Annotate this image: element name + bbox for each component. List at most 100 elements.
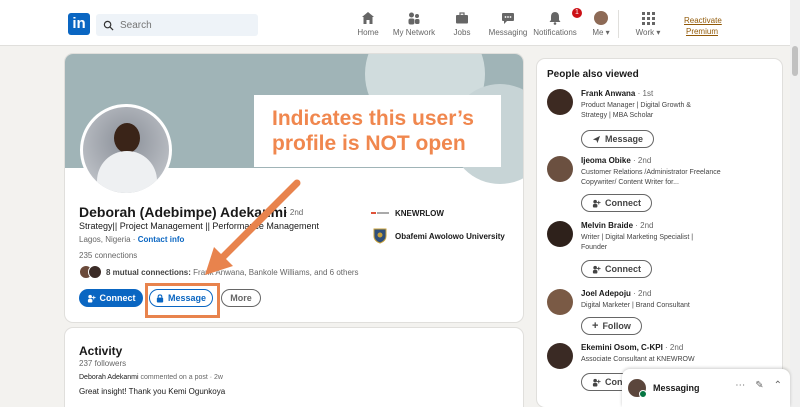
person-message-button[interactable]: Message: [581, 130, 655, 148]
add-person-icon: [592, 199, 601, 208]
activity-author[interactable]: Deborah Adekanmi: [79, 374, 139, 381]
followers-count: 237 followers: [79, 359, 127, 368]
home-icon: [361, 10, 375, 26]
connect-button-label: Connect: [99, 293, 136, 303]
caret-down-icon: ▾: [605, 28, 610, 37]
profile-photo[interactable]: [80, 104, 172, 196]
person-connect-button[interactable]: Connect: [581, 260, 652, 278]
reactivate-premium-link[interactable]: Reactivate Premium: [684, 15, 722, 37]
nav-my-network[interactable]: My Network: [392, 10, 436, 40]
person-name[interactable]: Joel Adepoju: [581, 289, 631, 298]
send-icon: [592, 135, 601, 143]
avatar[interactable]: [547, 156, 573, 182]
person-headline: Customer Relations /Administrator Freela…: [581, 169, 721, 186]
plus-icon: +: [592, 320, 599, 332]
briefcase-icon: [455, 10, 469, 26]
message-button-highlight: [145, 283, 220, 318]
avatar[interactable]: [547, 289, 573, 315]
person-degree: · 1st: [637, 89, 654, 98]
search-box[interactable]: [96, 14, 258, 36]
person-button-label: Message: [605, 134, 644, 144]
linkedin-logo[interactable]: in: [68, 13, 90, 35]
person-degree: · 2nd: [665, 343, 684, 352]
nav-home[interactable]: Home: [357, 10, 379, 40]
activity-title: Activity: [79, 344, 123, 358]
person-degree: · 2nd: [633, 289, 652, 298]
avatar[interactable]: [547, 221, 573, 247]
avatar[interactable]: [547, 89, 573, 115]
person-degree: · 2nd: [635, 221, 654, 230]
activity-card: Activity 237 followers Deborah Adekanmi …: [65, 328, 523, 407]
compose-icon[interactable]: ✎: [755, 380, 763, 391]
nav-jobs[interactable]: Jobs: [452, 10, 472, 40]
activity-text[interactable]: Great insight! Thank you Kemi Ogunkoya: [79, 387, 225, 396]
school-name: Obafemi Awolowo University: [395, 231, 505, 241]
add-person-icon: [592, 378, 601, 387]
annotation-line-2: profile is NOT open: [272, 132, 466, 155]
connect-button[interactable]: Connect: [79, 289, 143, 307]
person-name[interactable]: Ekemini Osom, C-KPI: [581, 343, 663, 352]
avatar[interactable]: [547, 343, 573, 369]
person-degree: · 2nd: [633, 156, 652, 165]
connection-degree: · 2nd: [285, 208, 304, 217]
company-logo: [371, 206, 389, 220]
profile-name: Deborah (Adebimpe) Adekanmi: [79, 204, 287, 220]
nav-messaging[interactable]: Messaging: [488, 10, 528, 40]
current-company[interactable]: KNEWRLOW: [371, 206, 444, 220]
person-button-label: Connect: [605, 198, 641, 208]
person-headline: Associate Consultant at KNEWROW: [581, 356, 695, 363]
education-school[interactable]: Obafemi Awolowo University: [371, 228, 505, 244]
activity-action: commented on a post · 2w: [140, 374, 224, 381]
person-headline: Product Manager | Digital Growth & Strat…: [581, 102, 691, 119]
contact-info-link[interactable]: Contact info: [138, 235, 185, 244]
university-crest-icon: [371, 228, 389, 244]
messaging-overlay-bar[interactable]: Messaging ⋯ ✎ ⌃: [622, 369, 790, 407]
person-connect-button[interactable]: Connect: [581, 194, 652, 212]
person-name[interactable]: Ijeoma Obike: [581, 156, 631, 165]
avatar: [628, 379, 647, 398]
nav-divider: [618, 10, 619, 38]
nav-messaging-label: Messaging: [488, 28, 528, 37]
nav-notifications[interactable]: 1 Notifications: [533, 8, 582, 40]
mutual-avatar: [88, 265, 102, 279]
chevron-up-icon[interactable]: ⌃: [774, 380, 782, 391]
activity-meta: Deborah Adekanmi commented on a post · 2…: [79, 374, 223, 381]
connections-count[interactable]: 235 connections: [79, 251, 137, 260]
search-icon: [103, 20, 114, 31]
nav-my-network-label: My Network: [392, 28, 436, 37]
more-icon[interactable]: ⋯: [735, 380, 745, 391]
person-button-label: Connect: [605, 264, 641, 274]
mutual-names: Frank Anwana, Bankole Williams, and 6 ot…: [193, 267, 359, 277]
premium-line-2: Premium: [685, 27, 718, 36]
company-name: KNEWRLOW: [395, 208, 444, 218]
profile-location: Lagos, Nigeria ·: [79, 235, 136, 244]
message-icon: [501, 10, 515, 26]
network-icon: [407, 10, 421, 26]
add-person-icon: [592, 265, 601, 274]
person-name[interactable]: Frank Anwana: [581, 89, 635, 98]
more-button[interactable]: More: [221, 289, 261, 307]
nav-notifications-label: Notifications: [533, 28, 577, 37]
grid-icon: [641, 10, 655, 26]
annotation-line-1: Indicates this user’s: [272, 107, 474, 130]
add-person-icon: [87, 294, 96, 303]
mutual-connections[interactable]: 8 mutual connections: Frank Anwana, Bank…: [79, 265, 359, 279]
people-also-viewed-card: People also viewed Frank Anwana · 1st Pr…: [537, 59, 782, 407]
person-headline: Writer | Digital Marketing Specialist | …: [581, 234, 694, 251]
notification-badge: 1: [572, 8, 582, 18]
nav-me[interactable]: Me ▾: [589, 10, 613, 40]
nav-work-label: Work: [635, 28, 655, 37]
mutual-count: 8 mutual connections:: [106, 267, 191, 277]
nav-jobs-label: Jobs: [453, 28, 471, 37]
profile-headline: Strategy|| Project Management || Perform…: [79, 221, 319, 231]
person-headline: Digital Marketer | Brand Consultant: [581, 302, 690, 309]
person-follow-button[interactable]: + Follow: [581, 317, 642, 335]
search-input[interactable]: [120, 19, 250, 31]
top-nav: in Home My Network Jobs Messaging 1 Noti…: [0, 0, 800, 46]
scrollbar-thumb[interactable]: [792, 46, 798, 76]
premium-line-1: Reactivate: [684, 16, 722, 25]
person-name[interactable]: Melvin Braide: [581, 221, 633, 230]
nav-work[interactable]: Work ▾: [634, 10, 662, 40]
messaging-label: Messaging: [653, 383, 700, 393]
nav-home-label: Home: [357, 28, 379, 37]
